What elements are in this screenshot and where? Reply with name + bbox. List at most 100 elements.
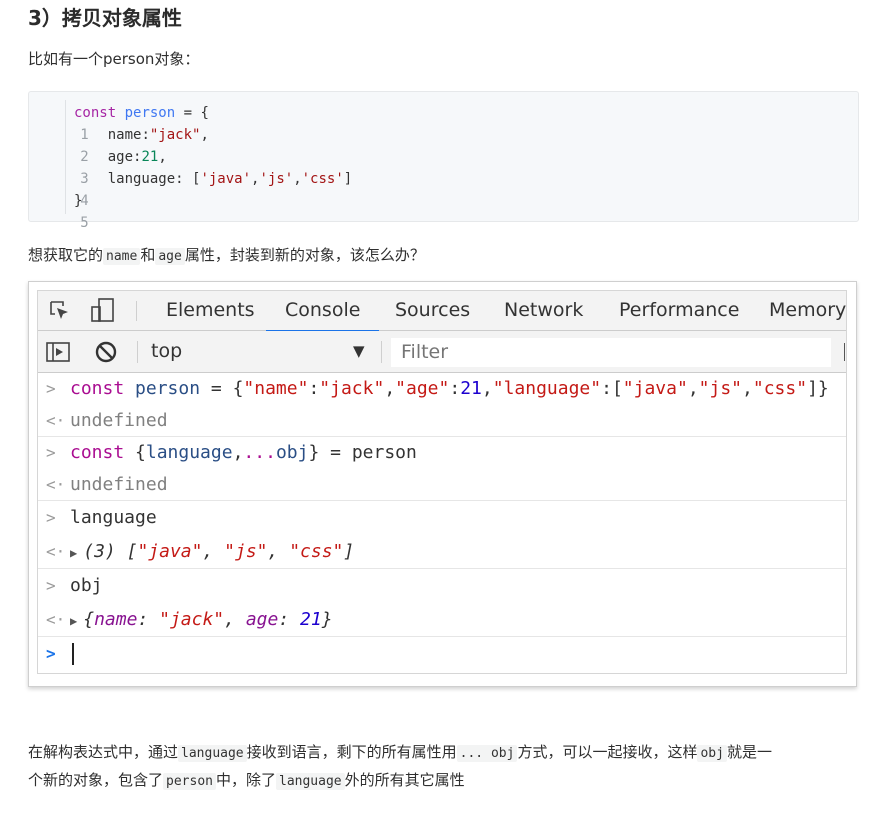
code-token: "jack" — [149, 127, 201, 143]
code-block: 1 const person = { 2 name:"jack", 3 age:… — [28, 91, 859, 231]
text-segment: 外的所有其它属性 — [344, 771, 465, 789]
console-input-row: > const person = {"name":"jack","age":21… — [38, 373, 846, 405]
expand-triangle-icon[interactable]: ▶ — [70, 536, 77, 570]
dropdown-arrow-icon[interactable]: ▼ — [353, 331, 365, 372]
code-token: 'js' — [259, 171, 294, 187]
code-token: "js" — [224, 541, 268, 562]
code-token: person — [135, 378, 201, 399]
summary-text: 在解构表达式中，通过 language 接收到语言，剩下的所有属性用... obj 方… — [28, 739, 858, 795]
code-token: "java" — [622, 378, 688, 399]
code-token: const — [70, 378, 125, 399]
input-chevron-icon: > — [46, 576, 56, 595]
text-segment: 和 — [140, 246, 156, 264]
code-token: } — [308, 442, 320, 463]
code-token: = { — [175, 105, 209, 121]
inline-code: language — [276, 773, 345, 790]
tab-elements[interactable]: Elements — [166, 291, 255, 330]
clear-console-icon[interactable] — [94, 340, 118, 364]
code-token: ]} — [807, 378, 829, 399]
console-result-row: <· undefined — [38, 469, 846, 501]
expand-triangle-icon[interactable]: ▶ — [70, 604, 77, 638]
tab-performance[interactable]: Performance — [619, 291, 739, 330]
code-token: "jack" — [159, 609, 225, 630]
devtools-panel: Elements Console Sources Network Perform… — [37, 290, 847, 674]
devtools-screenshot: Elements Console Sources Network Perform… — [28, 281, 857, 687]
code-token: name — [107, 127, 142, 143]
code-token: 21 — [300, 609, 322, 630]
inline-code: name — [103, 248, 141, 265]
code-token: : [ — [175, 171, 201, 187]
code-token: , — [384, 378, 396, 399]
code-token: 21 — [141, 149, 159, 165]
code-token: "java" — [137, 541, 203, 562]
console-input-row: > const {language,...obj} = person — [38, 437, 846, 469]
device-toggle-icon[interactable] — [90, 297, 116, 325]
text-segment: 中，除了 — [215, 771, 276, 789]
code-token: , — [202, 541, 225, 562]
inspect-icon[interactable] — [48, 299, 72, 323]
result-arrow-icon: <· — [46, 610, 66, 629]
filter-input[interactable] — [391, 338, 831, 367]
code-token: , — [158, 149, 167, 165]
code-token: person — [124, 105, 176, 121]
text-segment: 个新的对象，包含了 — [28, 771, 164, 789]
console-result-row[interactable]: <· ▶ (3) ["java", "js", "css"] — [38, 535, 846, 569]
code-token: : — [449, 378, 461, 399]
console-output: > const person = {"name":"jack","age":21… — [38, 373, 846, 671]
code-token: language — [107, 171, 176, 187]
code-token: , — [232, 442, 244, 463]
result-value: undefined — [70, 410, 168, 431]
code-token: ... — [243, 442, 276, 463]
code-token: age — [107, 149, 134, 165]
code-token: const — [70, 442, 125, 463]
prompt-input[interactable] — [70, 637, 74, 671]
console-result-row[interactable]: <· ▶ {name: "jack", age: 21} — [38, 603, 846, 637]
section-heading: 3）拷贝对象属性 — [28, 6, 182, 30]
code-token: age — [245, 609, 279, 630]
code-token: { — [124, 442, 146, 463]
code-token: = — [200, 378, 233, 399]
prompt-chevron-icon: > — [46, 644, 56, 663]
input-value: language — [70, 507, 157, 528]
result-arrow-icon: <· — [46, 411, 66, 430]
tab-memory[interactable]: Memory — [769, 291, 846, 330]
code-token: 'java' — [200, 171, 252, 187]
code-token: language — [145, 442, 233, 463]
tab-divider — [136, 301, 137, 321]
console-toolbar: top ▼ — [38, 331, 846, 373]
code-token: ] — [343, 171, 353, 187]
console-result-row: <· undefined — [38, 405, 846, 437]
console-prompt[interactable]: > — [38, 637, 846, 671]
input-chevron-icon: > — [46, 379, 56, 398]
tab-sources[interactable]: Sources — [395, 291, 470, 330]
code-token: } — [74, 193, 83, 209]
input-chevron-icon: > — [46, 508, 56, 527]
code-token: : — [278, 609, 301, 630]
devtools-tabbar: Elements Console Sources Network Perform… — [38, 291, 846, 332]
code-token: const — [74, 105, 117, 121]
question-text: 想获取它的 name 和 age 属性，封装到新的对象，该怎么办？ — [28, 242, 425, 270]
code-token: , — [481, 378, 493, 399]
context-selector[interactable]: top — [151, 331, 182, 372]
code-line: 4 language: ['java','js','css'] — [29, 168, 352, 209]
code-token: : — [141, 127, 150, 143]
tab-console[interactable]: Console — [266, 291, 380, 332]
code-token: : — [308, 378, 320, 399]
result-value: undefined — [70, 474, 168, 495]
text-caret — [72, 643, 74, 665]
code-token: , — [687, 378, 699, 399]
code-line: 2 name:"jack", — [29, 124, 209, 165]
sidebar-toggle-icon[interactable] — [46, 340, 70, 364]
code-token: } — [321, 609, 333, 630]
line-number: 5 — [80, 215, 89, 231]
code-token: "css" — [289, 541, 344, 562]
text-segment: 属性，封装到新的对象，该怎么办？ — [184, 246, 425, 264]
code-token: name — [94, 609, 138, 630]
code-token: :[ — [601, 378, 623, 399]
inline-code: age — [155, 248, 185, 265]
tab-network[interactable]: Network — [504, 291, 583, 330]
inline-code: ... obj — [456, 745, 518, 762]
